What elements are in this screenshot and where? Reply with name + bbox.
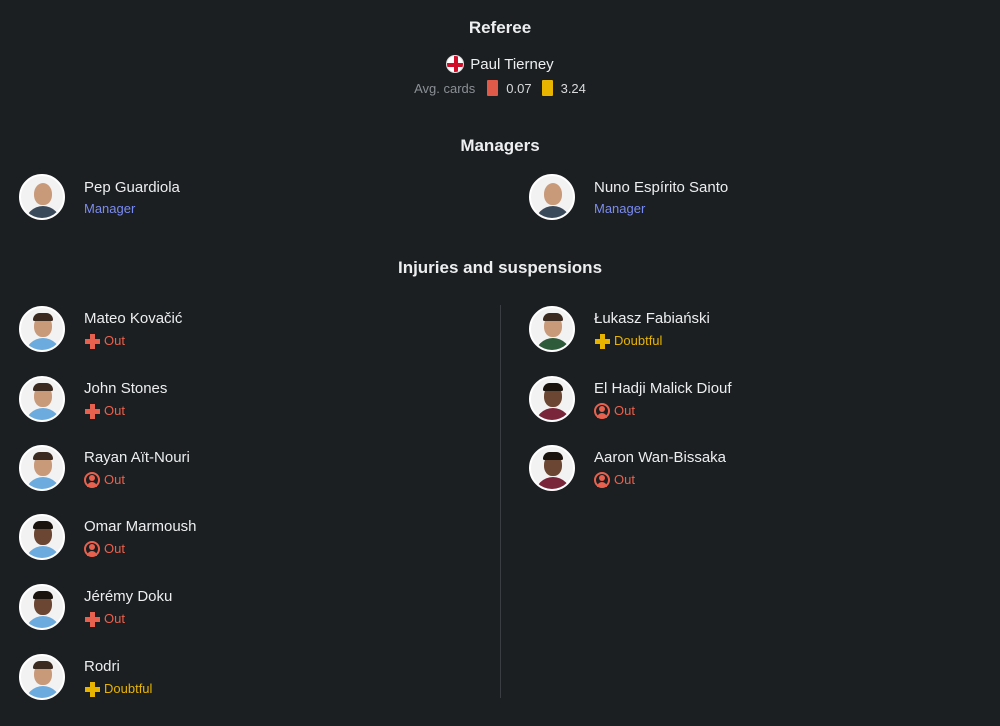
player-name: John Stones	[84, 379, 168, 397]
injury-item[interactable]: Rodri Doubtful	[19, 654, 152, 700]
manager-home[interactable]: Pep Guardiola Manager	[19, 174, 180, 220]
player-status: Out	[84, 471, 190, 488]
suspension-icon	[84, 540, 100, 557]
manager-role: Manager	[84, 200, 136, 216]
avatar	[19, 514, 65, 560]
suspension-icon	[594, 402, 610, 419]
avatar	[529, 445, 575, 491]
referee-title: Referee	[468, 18, 532, 37]
avatar	[19, 306, 65, 352]
player-status: Out	[594, 402, 732, 419]
player-name: Łukasz Fabiański	[594, 309, 710, 327]
avatar	[529, 376, 575, 422]
avatar	[19, 654, 65, 700]
player-name: Rayan Aït-Nouri	[84, 448, 190, 466]
injury-icon	[84, 611, 100, 627]
avatar	[19, 445, 65, 491]
avg-cards-label: Avg. cards	[414, 80, 476, 96]
injury-item[interactable]: Łukasz Fabiański Doubtful	[529, 306, 710, 352]
avatar	[529, 174, 575, 220]
manager-name: Pep Guardiola	[84, 178, 180, 196]
player-status: Out	[594, 471, 726, 488]
injury-item[interactable]: Omar Marmoush Out	[19, 514, 197, 560]
injury-icon	[84, 681, 100, 697]
player-name: Omar Marmoush	[84, 517, 197, 535]
player-name: El Hadji Malick Diouf	[594, 379, 732, 397]
avatar	[529, 306, 575, 352]
injury-item[interactable]: John Stones Out	[19, 376, 167, 422]
referee-name[interactable]: Paul Tierney	[470, 56, 553, 73]
injury-item[interactable]: Aaron Wan-Bissaka Out	[529, 445, 726, 491]
player-status: Out	[84, 611, 172, 627]
manager-role: Manager	[594, 200, 646, 216]
yellow-card-icon	[541, 80, 553, 96]
injury-item[interactable]: Rayan Aït-Nouri Out	[19, 445, 190, 491]
injury-item[interactable]: El Hadji Malick Diouf Out	[529, 376, 732, 422]
player-status: Out	[84, 540, 197, 557]
avatar	[19, 174, 65, 220]
player-status: Doubtful	[594, 333, 710, 349]
player-name: Aaron Wan-Bissaka	[594, 448, 726, 466]
avatar	[19, 376, 65, 422]
player-status: Out	[84, 403, 167, 419]
avatar	[19, 584, 65, 630]
injury-icon	[594, 333, 610, 349]
manager-away[interactable]: Nuno Espírito Santo Manager	[529, 174, 728, 220]
referee-avg-cards: Avg. cards 0.07 3.24	[0, 80, 1000, 96]
player-name: Mateo Kovačić	[84, 309, 183, 327]
managers-title: Managers	[460, 136, 540, 155]
player-name: Rodri	[84, 657, 120, 675]
yellow-card-avg: 3.24	[560, 80, 586, 96]
injury-icon	[84, 333, 100, 349]
red-card-icon	[487, 80, 499, 96]
injury-item[interactable]: Jérémy Doku Out	[19, 584, 172, 630]
player-status: Out	[84, 333, 182, 349]
suspension-icon	[84, 471, 100, 488]
injury-item[interactable]: Mateo Kovačić Out	[19, 306, 182, 352]
england-flag-icon	[446, 55, 465, 73]
injuries-title: Injuries and suspensions	[397, 258, 603, 277]
injury-icon	[84, 403, 100, 419]
column-divider	[500, 305, 501, 698]
suspension-icon	[594, 471, 610, 488]
red-card-avg: 0.07	[506, 80, 532, 96]
player-name: Jérémy Doku	[84, 587, 173, 605]
manager-name: Nuno Espírito Santo	[594, 178, 729, 196]
player-status: Doubtful	[84, 681, 152, 697]
referee-row[interactable]: Paul Tierney	[0, 55, 1000, 73]
